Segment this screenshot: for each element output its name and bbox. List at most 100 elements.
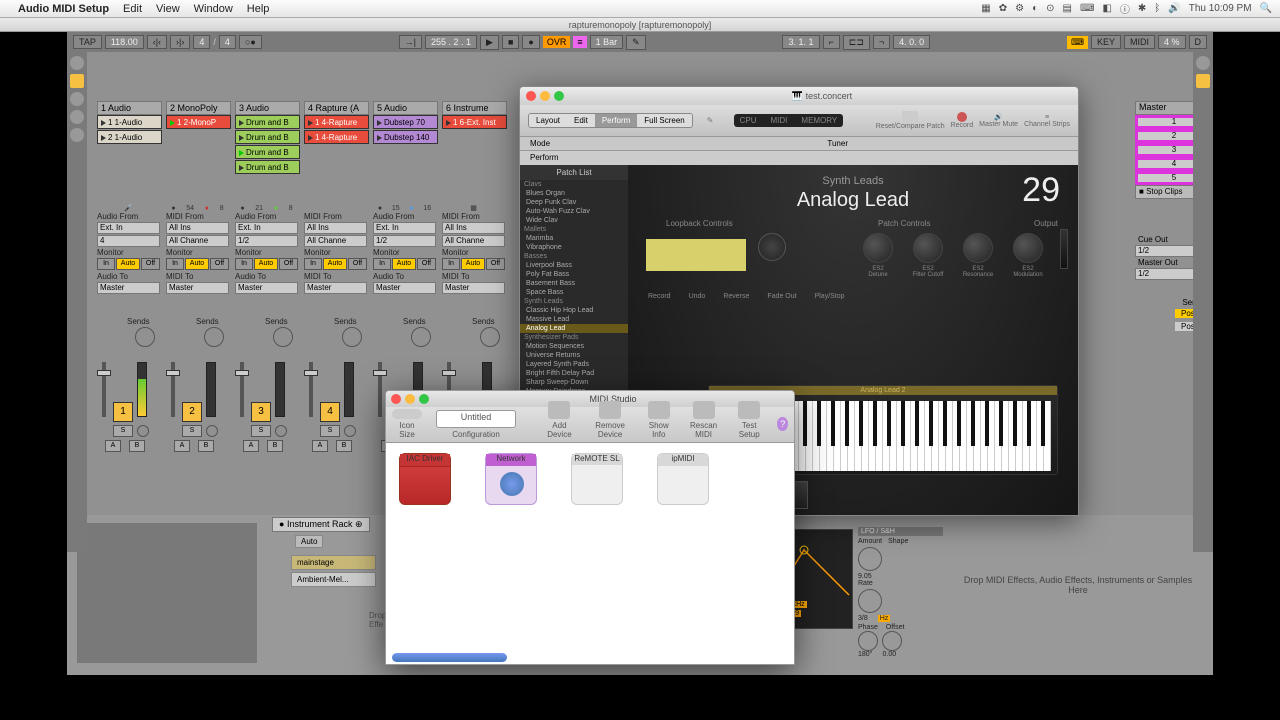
clip[interactable]: Drum and B xyxy=(235,130,300,144)
clip[interactable]: Drum and B xyxy=(235,160,300,174)
patch-item[interactable]: Motion Sequences xyxy=(520,342,628,351)
menu-window[interactable]: Window xyxy=(194,3,233,15)
monitor-auto-button[interactable]: Auto xyxy=(116,258,140,270)
output-selector[interactable]: Master xyxy=(166,282,229,294)
mainstage-titlebar[interactable]: 🎹 test.concert xyxy=(520,87,1078,105)
clip[interactable]: 1 2-MonoP xyxy=(166,115,231,129)
input-type-selector[interactable]: Ext. In xyxy=(373,222,436,234)
minimize-icon[interactable] xyxy=(405,394,415,404)
patch-item[interactable]: Vibraphone xyxy=(520,243,628,252)
loop-knob[interactable] xyxy=(758,233,786,261)
crossfade-b[interactable]: B xyxy=(129,440,145,452)
punch-out-button[interactable]: ¬ xyxy=(873,35,890,49)
track-header[interactable]: 2 MonoPoly xyxy=(166,101,231,115)
rate-knob[interactable] xyxy=(858,589,882,613)
loop-start[interactable]: 3. 1. 1 xyxy=(782,35,819,49)
volume-fader[interactable] xyxy=(102,362,106,417)
solo-button[interactable]: S xyxy=(113,425,133,437)
patch-item[interactable]: Blues Organ xyxy=(520,189,628,198)
quantize-menu[interactable]: 1 Bar xyxy=(590,35,624,49)
browser-section-icon[interactable] xyxy=(70,128,84,142)
track-header[interactable]: 6 Instrume xyxy=(442,101,507,115)
volume-fader[interactable] xyxy=(240,362,244,417)
input-channel-selector[interactable]: 4 xyxy=(97,235,160,247)
output-selector[interactable]: Master xyxy=(442,282,505,294)
patch-item[interactable]: Bright Fifth Delay Pad xyxy=(520,369,628,378)
device-title[interactable]: ● Instrument Rack ⊕ xyxy=(272,517,370,532)
tap-tempo-button[interactable]: TAP xyxy=(73,35,102,49)
menubar-icon[interactable]: ▦ xyxy=(981,3,990,14)
patch-item-selected[interactable]: Analog Lead xyxy=(520,324,628,333)
volume-fader[interactable] xyxy=(171,362,175,417)
disk-overload-button[interactable]: D xyxy=(1189,35,1208,49)
cue-out-selector[interactable]: 1/2 xyxy=(1135,245,1195,257)
close-icon[interactable] xyxy=(526,91,536,101)
patch-item[interactable]: Massive Lead xyxy=(520,315,628,324)
test-setup-button[interactable] xyxy=(738,401,760,419)
crossfade-b[interactable]: B xyxy=(336,440,352,452)
clip[interactable]: 1 1-Audio xyxy=(97,115,162,129)
midi-device[interactable]: ReMOTE SL xyxy=(568,453,626,505)
output-selector[interactable]: Master xyxy=(304,282,367,294)
send-knob[interactable] xyxy=(204,327,224,347)
stop-button[interactable]: ■ xyxy=(502,35,519,49)
loop-playstop-button[interactable]: Play/Stop xyxy=(815,293,845,300)
clip[interactable]: 1 6-Ext. Inst xyxy=(442,115,507,129)
track-activator[interactable]: 4 xyxy=(320,402,340,422)
key-map-button[interactable]: KEY xyxy=(1091,35,1121,49)
input-type-selector[interactable]: Ext. In xyxy=(97,222,160,234)
amount-knob[interactable] xyxy=(858,547,882,571)
zoom-icon[interactable] xyxy=(554,91,564,101)
punch-in-button[interactable]: ⌐ xyxy=(823,35,840,49)
master-out-selector[interactable]: 1/2 xyxy=(1135,268,1195,280)
tab-edit[interactable]: Edit xyxy=(567,114,595,127)
loop-button[interactable]: ⊏⊐ xyxy=(843,35,870,50)
crossfade-a[interactable]: A xyxy=(174,440,190,452)
clip[interactable]: Drum and B xyxy=(235,145,300,159)
show-info-button[interactable] xyxy=(648,401,670,419)
send-knob[interactable] xyxy=(273,327,293,347)
patch-item[interactable]: Sharp Sweep-Down xyxy=(520,378,628,387)
output-selector[interactable]: Master xyxy=(235,282,298,294)
zoom-icon[interactable] xyxy=(419,394,429,404)
clip[interactable]: Drum and B xyxy=(235,115,300,129)
solo-button[interactable]: S xyxy=(251,425,271,437)
add-device-button[interactable] xyxy=(548,401,570,419)
tempo-field[interactable]: 118.00 xyxy=(105,35,144,49)
menu-edit[interactable]: Edit xyxy=(123,3,142,15)
arm-button[interactable] xyxy=(344,425,356,437)
crossfade-b[interactable]: B xyxy=(267,440,283,452)
remove-device-button[interactable] xyxy=(599,401,621,419)
time-sig-num[interactable]: 4 xyxy=(193,35,210,49)
overdub-button[interactable]: OVR xyxy=(543,36,571,48)
midi-device[interactable]: IAC Driver xyxy=(396,453,454,505)
menubar-icon[interactable]: ⚙ xyxy=(1015,3,1024,14)
monitor-auto-button[interactable]: Auto xyxy=(461,258,485,270)
menubar-icon[interactable]: ◐ xyxy=(1032,3,1038,14)
volume-icon[interactable]: 🔊 xyxy=(1168,3,1180,14)
monitor-in-button[interactable]: In xyxy=(235,258,253,270)
crossfade-a[interactable]: A xyxy=(105,440,121,452)
patch-item[interactable]: Space Bass xyxy=(520,288,628,297)
help-icon[interactable]: ? xyxy=(777,417,788,431)
loop-record-button[interactable]: Record xyxy=(648,293,671,300)
volume-fader[interactable] xyxy=(378,362,382,417)
scroll-bar[interactable] xyxy=(392,653,507,662)
monitor-off-button[interactable]: Off xyxy=(486,258,505,270)
detune-knob[interactable] xyxy=(863,233,893,263)
monitor-off-button[interactable]: Off xyxy=(210,258,229,270)
arrangement-position[interactable]: 255 . 2 . 1 xyxy=(425,35,477,49)
chain-item[interactable]: Ambient-Mel... xyxy=(291,572,376,587)
input-channel-selector[interactable]: All Channe xyxy=(304,235,367,247)
menubar-icon[interactable]: ▤ xyxy=(1063,3,1072,14)
back-to-arrangement-button[interactable]: ≡ xyxy=(573,36,586,48)
monitor-off-button[interactable]: Off xyxy=(141,258,160,270)
patch-item[interactable]: Layered Synth Pads xyxy=(520,360,628,369)
filter-cutoff-knob[interactable] xyxy=(913,233,943,263)
tab-layout[interactable]: Layout xyxy=(529,114,567,127)
browser-section-icon[interactable] xyxy=(70,110,84,124)
midi-device[interactable]: Network xyxy=(482,453,540,505)
browser-section-icon[interactable] xyxy=(70,74,84,88)
arm-button[interactable] xyxy=(275,425,287,437)
output-selector[interactable]: Master xyxy=(97,282,160,294)
